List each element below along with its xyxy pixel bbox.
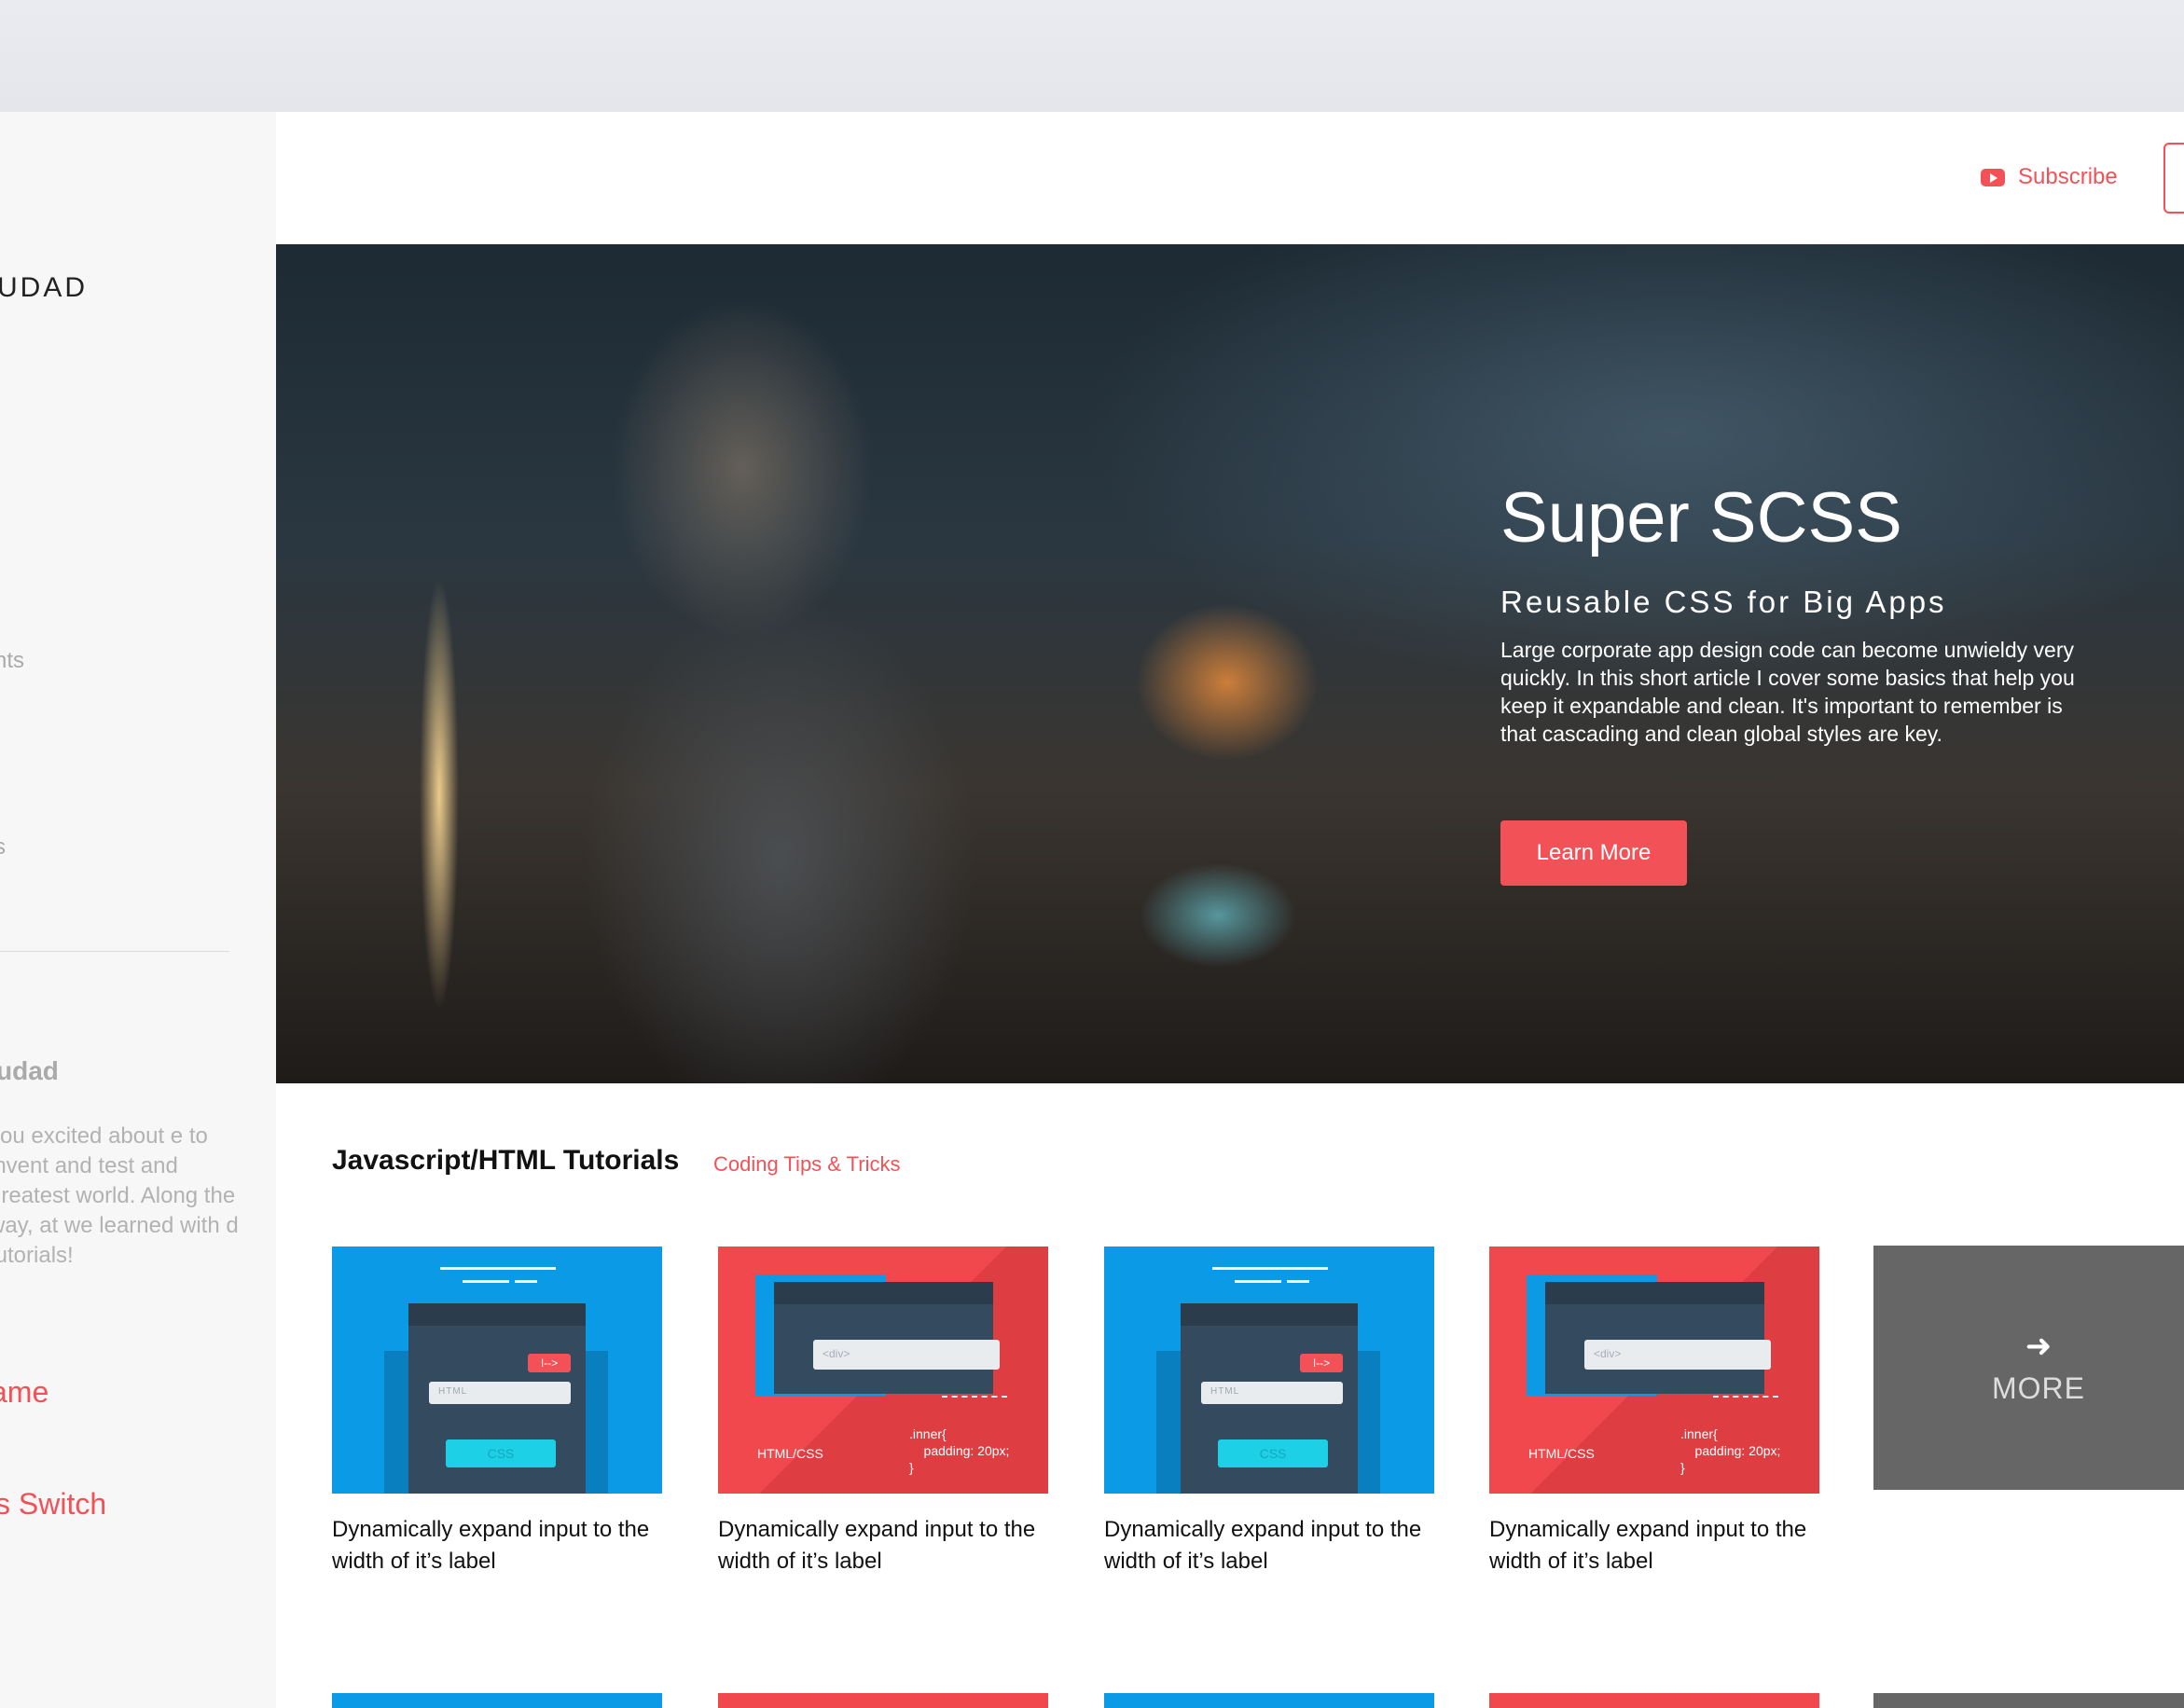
sidebar-nav-item[interactable]: nts bbox=[0, 648, 24, 674]
section-title: Javascript/HTML Tutorials bbox=[332, 1145, 680, 1176]
card-title: Dynamically expand input to the width of… bbox=[1104, 1517, 1422, 1574]
card-thumbnail: I--> HTML CSS bbox=[1104, 1247, 1434, 1494]
card-input-label: <div> bbox=[822, 1347, 850, 1360]
card-tag: I--> bbox=[1300, 1354, 1343, 1372]
card-tag: I--> bbox=[528, 1354, 571, 1372]
card-thumbnail: <div> HTML/CSS .inner{ padding: 20px; } bbox=[718, 1247, 1048, 1494]
subscribe-link[interactable]: Subscribe bbox=[1981, 164, 2118, 190]
about-text: you excited about e to invent and test a… bbox=[0, 1123, 239, 1268]
sidebar-link[interactable]: s Switch bbox=[0, 1487, 106, 1522]
card-title: Dynamically expand input to the width of… bbox=[1489, 1517, 1807, 1574]
hero-description: Large corporate app design code can beco… bbox=[1500, 638, 2075, 746]
card-code: .inner{ padding: 20px; } bbox=[909, 1426, 1010, 1475]
main-content: Subscribe Super SCSS Reusable CSS for Bi… bbox=[276, 112, 2184, 1708]
section-link[interactable]: Coding Tips & Tricks bbox=[713, 1152, 901, 1177]
about-title: udad bbox=[0, 1056, 59, 1085]
tutorial-card[interactable]: <div> HTML/CSS .inner{ padding: 20px; } … bbox=[1489, 1247, 1819, 1577]
tutorial-card[interactable]: I--> HTML CSS Dynamically expand input t… bbox=[1104, 1247, 1434, 1577]
card-caption: HTML/CSS bbox=[757, 1446, 823, 1461]
more-tile-partial[interactable] bbox=[1873, 1693, 2184, 1708]
learn-more-button[interactable]: Learn More bbox=[1500, 820, 1687, 886]
youtube-icon bbox=[1981, 168, 2005, 186]
hero-title: Super SCSS bbox=[1500, 478, 1902, 558]
sidebar-link[interactable]: ame bbox=[0, 1375, 48, 1410]
tutorial-card-partial[interactable] bbox=[718, 1693, 1048, 1708]
sidebar-nav-item[interactable]: s bbox=[0, 834, 6, 861]
tutorial-card[interactable]: <div> HTML/CSS .inner{ padding: 20px; } … bbox=[718, 1247, 1048, 1577]
hero-subtitle: Reusable CSS for Big Apps bbox=[1500, 585, 1947, 619]
more-button[interactable]: ➜ MORE bbox=[1873, 1246, 2184, 1490]
tutorial-card-partial[interactable] bbox=[1489, 1693, 1819, 1708]
tutorial-card[interactable]: I--> HTML CSS Dynamically expand input t… bbox=[332, 1247, 662, 1577]
brand-logo[interactable]: UDAD bbox=[0, 272, 88, 304]
card-title: Dynamically expand input to the width of… bbox=[332, 1517, 650, 1574]
card-input-label: <div> bbox=[1594, 1347, 1622, 1360]
card-thumbnail: <div> HTML/CSS .inner{ padding: 20px; } bbox=[1489, 1247, 1819, 1494]
sidebar: UDAD nts s udad you excited about e to i… bbox=[0, 112, 276, 1708]
browser-top-bar bbox=[0, 0, 2184, 112]
subscribe-label: Subscribe bbox=[2018, 164, 2118, 189]
header-button[interactable] bbox=[2163, 143, 2184, 214]
card-thumbnail: I--> HTML CSS bbox=[332, 1247, 662, 1494]
card-input-label: HTML bbox=[438, 1386, 468, 1397]
card-code: .inner{ padding: 20px; } bbox=[1680, 1426, 1781, 1475]
arrow-right-icon: ➜ bbox=[2025, 1328, 2053, 1364]
hero-image bbox=[537, 300, 1022, 1083]
more-label: MORE bbox=[1992, 1371, 2085, 1405]
card-input-label: HTML bbox=[1210, 1386, 1240, 1397]
tutorial-card-partial[interactable] bbox=[1104, 1693, 1434, 1708]
card-caption: HTML/CSS bbox=[1528, 1446, 1595, 1461]
tutorial-card-partial[interactable] bbox=[332, 1693, 662, 1708]
card-cta: CSS bbox=[1218, 1439, 1328, 1467]
sidebar-divider bbox=[0, 951, 229, 952]
hero-banner: Super SCSS Reusable CSS for Big Apps Lar… bbox=[276, 244, 2184, 1083]
card-cta: CSS bbox=[446, 1439, 556, 1467]
card-title: Dynamically expand input to the width of… bbox=[718, 1517, 1036, 1574]
